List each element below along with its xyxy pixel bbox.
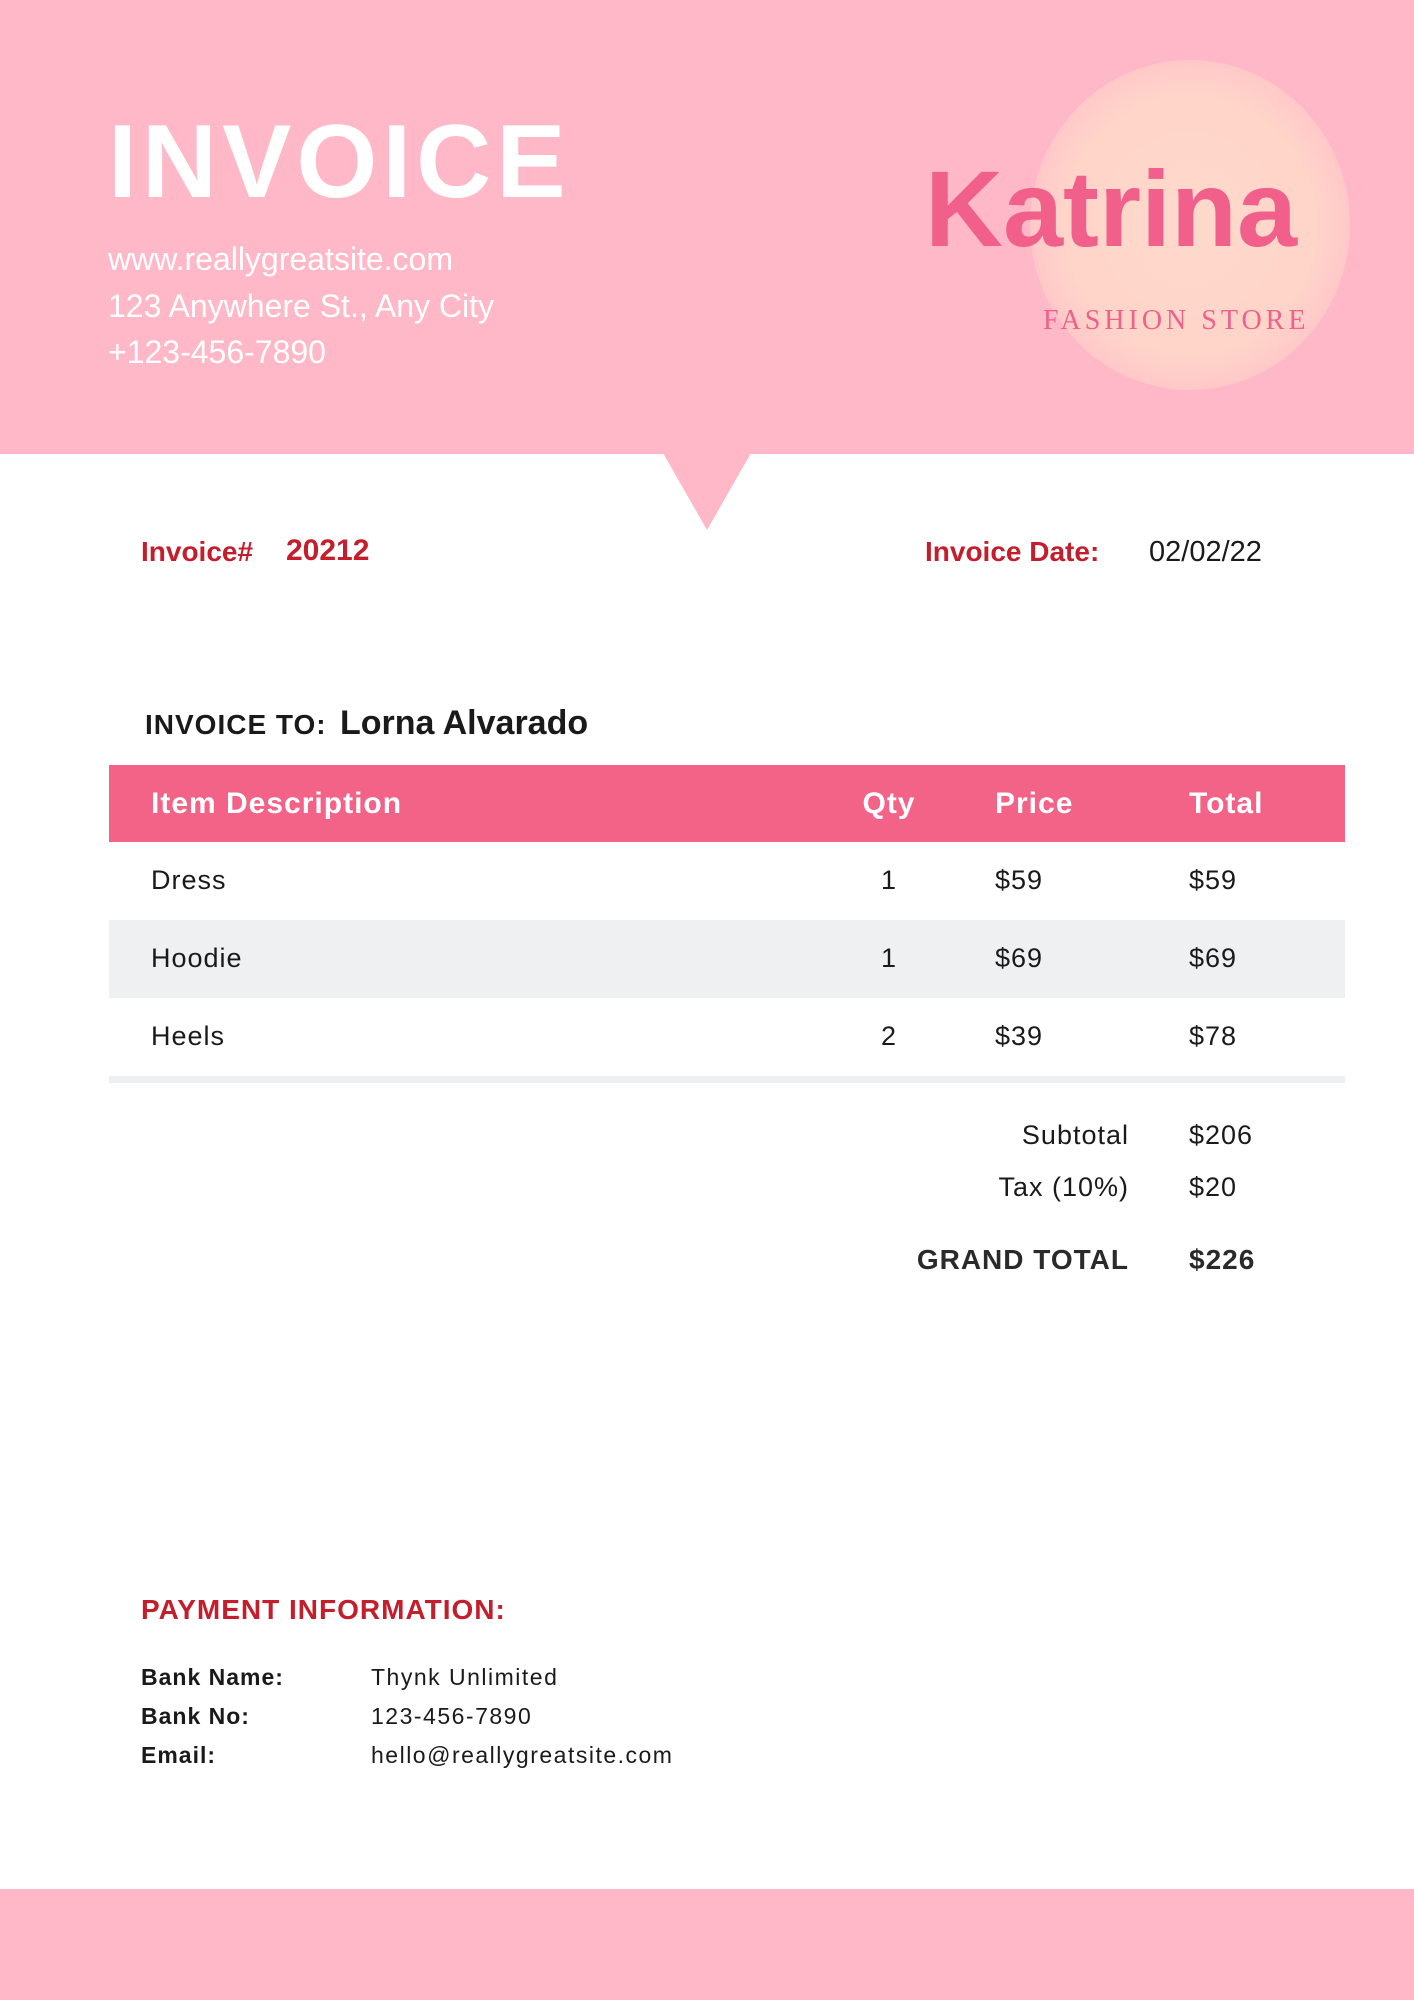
table-row: Heels 2 $39 $78 — [109, 998, 1345, 1076]
email-value: hello@reallygreatsite.com — [371, 1742, 674, 1768]
bill-to-label: INVOICE TO: — [145, 709, 327, 740]
grand-total-label: GRAND TOTAL — [916, 1244, 1129, 1275]
header-price: Price — [995, 787, 1074, 820]
tax-label: Tax (10%) — [998, 1172, 1129, 1202]
subtotal-value: $206 — [1189, 1120, 1254, 1150]
items-table: Item Description Qty Price Total Dress 1… — [109, 765, 1345, 1083]
header-total: Total — [1189, 787, 1264, 820]
company-address: 123 Anywhere St., Any City — [108, 288, 494, 324]
item-price: $69 — [995, 943, 1044, 973]
table-row: Dress 1 $59 $59 — [109, 842, 1345, 920]
header-qty: Qty — [862, 787, 916, 820]
table-header: Item Description Qty Price Total — [109, 765, 1345, 842]
bank-no-value: 123-456-7890 — [371, 1703, 533, 1729]
item-qty: 1 — [880, 943, 898, 973]
subtotal-label: Subtotal — [1021, 1120, 1129, 1150]
bank-no-label: Bank No: — [141, 1703, 250, 1729]
invoice-title: INVOICE — [108, 104, 571, 220]
item-total: $59 — [1189, 865, 1238, 895]
footer-band — [0, 1889, 1414, 2000]
table-row: Hoodie 1 $69 $69 — [109, 920, 1345, 998]
item-description: Dress — [151, 865, 227, 895]
bank-name-label: Bank Name: — [141, 1664, 284, 1690]
bank-name-value: Thynk Unlimited — [371, 1664, 559, 1690]
item-total: $78 — [1189, 1021, 1238, 1051]
table-bottom-divider — [109, 1076, 1345, 1083]
item-qty: 2 — [880, 1021, 898, 1051]
invoice-date-label: Invoice Date: — [925, 536, 1100, 567]
item-qty: 1 — [880, 865, 898, 895]
invoice-number-label: Invoice# — [141, 536, 254, 567]
item-total: $69 — [1189, 943, 1238, 973]
tax-value: $20 — [1189, 1172, 1238, 1202]
payment-info-title: PAYMENT INFORMATION: — [141, 1594, 506, 1625]
company-website: www.reallygreatsite.com — [108, 241, 453, 277]
header-notch — [663, 453, 751, 530]
item-price: $39 — [995, 1021, 1044, 1051]
grand-total-value: $226 — [1189, 1244, 1256, 1275]
item-description: Heels — [151, 1021, 226, 1051]
item-description: Hoodie — [151, 943, 243, 973]
email-label: Email: — [141, 1742, 217, 1768]
bill-to-name: Lorna Alvarado — [340, 704, 589, 742]
invoice-date: 02/02/22 — [1149, 536, 1262, 568]
brand-name: Katrina — [925, 148, 1298, 269]
company-phone: +123-456-7890 — [108, 334, 326, 370]
item-price: $59 — [995, 865, 1044, 895]
invoice-number: 20212 — [286, 534, 370, 567]
brand-tagline: FASHION STORE — [1043, 305, 1310, 336]
header-item-description: Item Description — [151, 787, 403, 820]
